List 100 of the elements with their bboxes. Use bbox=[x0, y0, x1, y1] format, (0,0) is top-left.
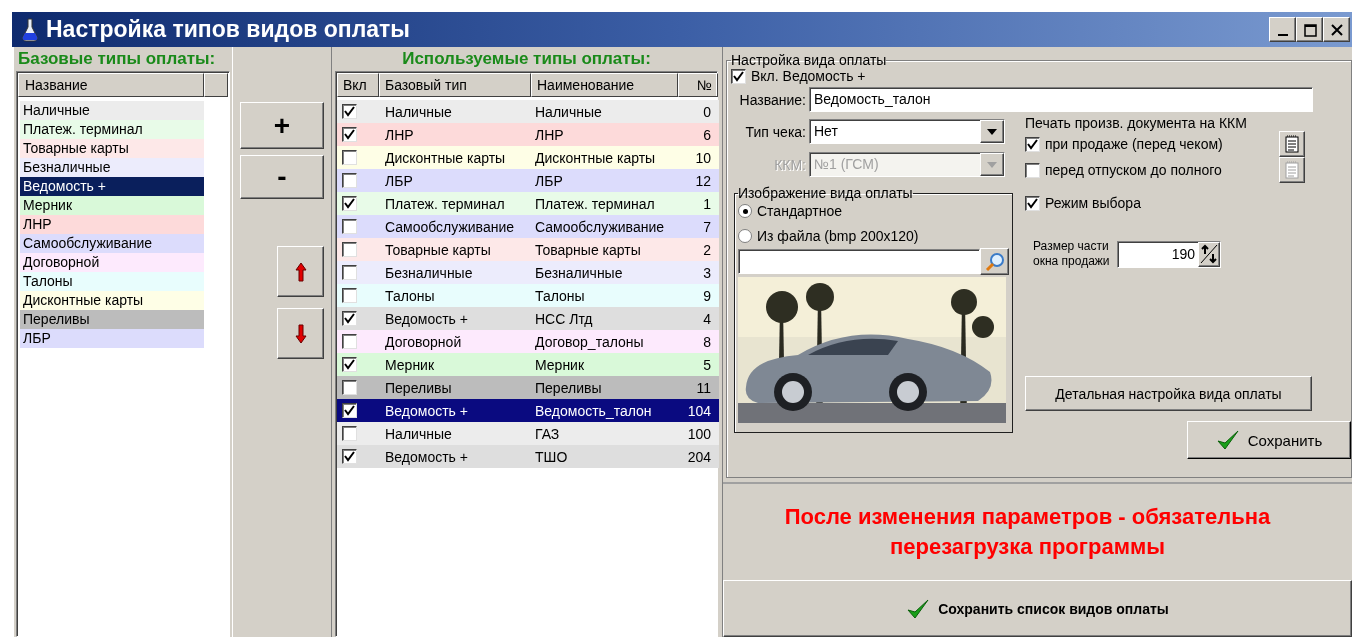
table-row[interactable]: Мерник Мерник 5 bbox=[337, 353, 719, 376]
list-item[interactable]: Дисконтные карты bbox=[20, 291, 204, 310]
maximize-icon bbox=[1302, 22, 1317, 37]
table-cell-text: Ведомость + bbox=[384, 310, 469, 327]
save-list-button[interactable]: Сохранить список видов оплаты bbox=[723, 580, 1352, 637]
table-cell-text: Ведомость_талон bbox=[534, 402, 653, 419]
table-row[interactable]: Договорной Договор_талоны 8 bbox=[337, 330, 719, 353]
table-cell-text: ЛНР bbox=[384, 126, 415, 143]
checkbox[interactable] bbox=[342, 403, 357, 418]
table-cell-text: Наличные bbox=[384, 425, 453, 442]
table-cell-text: Переливы bbox=[534, 379, 603, 396]
list-item[interactable]: Мерник bbox=[20, 196, 204, 215]
file-path-field[interactable] bbox=[738, 249, 980, 274]
table-cell-text: Товарные карты bbox=[534, 241, 642, 258]
table-row[interactable]: Наличные Наличные 0 bbox=[337, 100, 719, 123]
checkbox[interactable] bbox=[342, 288, 357, 303]
table-cell-text: 11 bbox=[695, 379, 712, 396]
table-row[interactable]: Переливы Переливы 11 bbox=[337, 376, 719, 399]
table-cell-text: Мерник bbox=[534, 356, 586, 373]
checkbox-label: перед отпуском до полного bbox=[1045, 162, 1222, 178]
remove-button[interactable]: - bbox=[240, 155, 324, 199]
checkbox[interactable] bbox=[342, 127, 357, 142]
column-header[interactable]: Базовый тип bbox=[379, 73, 531, 97]
list-item[interactable]: Товарные карты bbox=[20, 139, 204, 158]
checkbox[interactable] bbox=[1025, 162, 1040, 178]
checkbox[interactable] bbox=[342, 426, 357, 441]
checkbox[interactable] bbox=[342, 219, 357, 234]
checkbox[interactable] bbox=[342, 196, 357, 211]
checkbox[interactable] bbox=[342, 357, 357, 372]
checkbox[interactable] bbox=[342, 380, 357, 395]
table-cell-text: Товарные карты bbox=[384, 241, 492, 258]
size-spinner[interactable]: 190 bbox=[1117, 240, 1221, 268]
list-item[interactable]: ЛНР bbox=[20, 215, 204, 234]
list-item[interactable]: Договорной bbox=[20, 253, 204, 272]
list-item[interactable]: Наличные bbox=[20, 101, 204, 120]
table-row[interactable]: Наличные ГАЗ 100 bbox=[337, 422, 719, 445]
close-button[interactable] bbox=[1323, 17, 1350, 42]
table-cell-text: Безналичные bbox=[534, 264, 624, 281]
checkbox-label: Вкл. Ведомость + bbox=[751, 68, 866, 84]
minimize-icon bbox=[1277, 34, 1288, 36]
table-cell-text: ГАЗ bbox=[534, 425, 561, 442]
arrow-up-icon bbox=[294, 261, 307, 282]
checkbox[interactable] bbox=[342, 173, 357, 188]
table-row[interactable]: ЛНР ЛНР 6 bbox=[337, 123, 719, 146]
checkbox[interactable] bbox=[731, 68, 746, 84]
table-cell-text: 0 bbox=[702, 103, 712, 120]
checkbox[interactable] bbox=[342, 449, 357, 464]
checkbox[interactable] bbox=[1025, 195, 1040, 211]
checkbox[interactable] bbox=[342, 311, 357, 326]
table-row[interactable]: ЛБР ЛБР 12 bbox=[337, 169, 719, 192]
list-item[interactable]: Безналичные bbox=[20, 158, 204, 177]
name-field[interactable]: Ведомость_талон bbox=[809, 87, 1313, 112]
radio-button[interactable] bbox=[738, 229, 752, 243]
receipt-type-dropdown[interactable]: Нет bbox=[809, 119, 1005, 144]
table-row[interactable]: Товарные карты Товарные карты 2 bbox=[337, 238, 719, 261]
table-row[interactable]: Ведомость + ТШО 204 bbox=[337, 445, 719, 468]
column-header[interactable]: Наименование bbox=[531, 73, 678, 97]
table-row[interactable]: Ведомость + Ведомость_талон 104 bbox=[337, 399, 719, 422]
maximize-button[interactable] bbox=[1296, 17, 1323, 42]
table-cell-text: Дисконтные карты bbox=[384, 149, 507, 166]
checkbox[interactable] bbox=[342, 104, 357, 119]
checkbox[interactable] bbox=[342, 150, 357, 165]
list-item[interactable]: Платеж. терминал bbox=[20, 120, 204, 139]
minimize-button[interactable] bbox=[1269, 17, 1296, 42]
add-button[interactable]: + bbox=[240, 102, 324, 149]
table-row[interactable]: Безналичные Безналичные 3 bbox=[337, 261, 719, 284]
table-cell-text: 6 bbox=[702, 126, 712, 143]
up-down-icon bbox=[1200, 244, 1218, 264]
list-item[interactable]: Самообслуживание bbox=[20, 234, 204, 253]
table-row[interactable]: Дисконтные карты Дисконтные карты 10 bbox=[337, 146, 719, 169]
save-button[interactable]: Сохранить bbox=[1187, 421, 1351, 459]
move-down-button[interactable] bbox=[277, 308, 324, 359]
table-row[interactable]: Самообслуживание Самообслуживание 7 bbox=[337, 215, 719, 238]
list-item[interactable]: Переливы bbox=[20, 310, 204, 329]
table-cell-text: Платеж. терминал bbox=[534, 195, 656, 212]
table-row[interactable]: Ведомость + НСС Лтд 4 bbox=[337, 307, 719, 330]
list-item[interactable]: Талоны bbox=[20, 272, 204, 291]
column-header[interactable]: Название bbox=[18, 73, 204, 97]
checkbox[interactable] bbox=[342, 242, 357, 257]
field-label: Тип чека: bbox=[744, 123, 806, 140]
radio-button[interactable] bbox=[738, 204, 752, 218]
browse-button[interactable] bbox=[980, 248, 1009, 275]
radio-label: Из файла (bmp 200x120) bbox=[757, 228, 919, 244]
table-row[interactable]: Платеж. терминал Платеж. терминал 1 bbox=[337, 192, 719, 215]
checkbox[interactable] bbox=[342, 265, 357, 280]
column-header[interactable] bbox=[204, 73, 228, 97]
checkbox[interactable] bbox=[1025, 136, 1040, 152]
window-title: Настройка типов видов оплаты bbox=[46, 16, 411, 43]
detail-settings-button[interactable]: Детальная настройка вида оплаты bbox=[1025, 376, 1312, 411]
table-cell-text: 2 bbox=[702, 241, 712, 258]
list-item[interactable]: ЛБР bbox=[20, 329, 204, 348]
column-header[interactable]: Вкл bbox=[337, 73, 379, 97]
column-header[interactable]: № bbox=[678, 73, 718, 97]
move-up-button[interactable] bbox=[277, 246, 324, 297]
table-cell-text: ЛБР bbox=[384, 172, 414, 189]
list-item[interactable]: Ведомость + bbox=[20, 177, 204, 196]
checkbox[interactable] bbox=[342, 334, 357, 349]
table-row[interactable]: Талоны Талоны 9 bbox=[337, 284, 719, 307]
section-heading: Печать произв. документа на ККМ bbox=[1025, 115, 1248, 131]
print-document-button[interactable] bbox=[1279, 131, 1305, 157]
